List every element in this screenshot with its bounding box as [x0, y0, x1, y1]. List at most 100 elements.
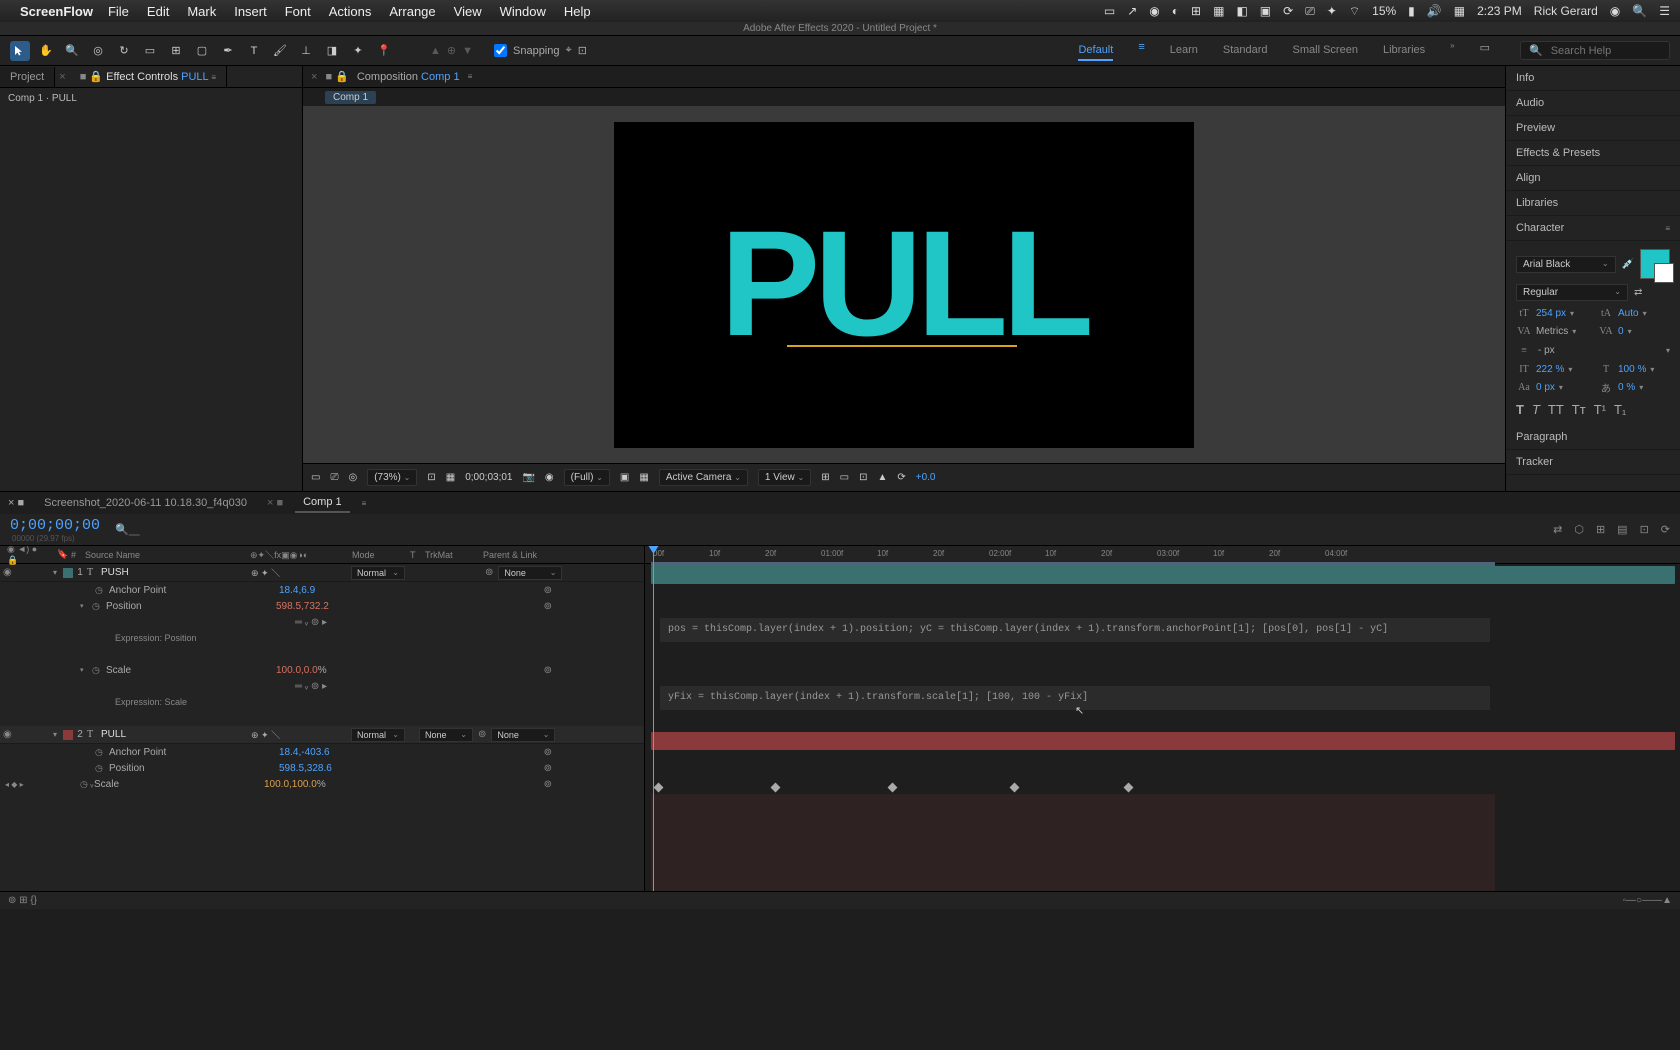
timeline-tracks[interactable]: 00f 10f 20f 01:00f 10f 20f 02:00f 10f 20… — [645, 546, 1680, 891]
eraser-tool-icon[interactable]: ◨ — [322, 41, 342, 61]
visibility-icon[interactable]: ◉ — [3, 729, 15, 740]
workspace-more-icon[interactable]: » — [1450, 41, 1454, 61]
workspace-learn[interactable]: Learn — [1170, 41, 1198, 61]
vf-icon[interactable]: ⊞ — [821, 472, 829, 483]
keyframe-icon[interactable] — [888, 783, 898, 793]
search-input[interactable] — [1551, 45, 1680, 57]
hscale-input[interactable]: 100 % — [1618, 364, 1646, 375]
menu-help[interactable]: Help — [564, 4, 591, 19]
stopwatch-icon[interactable]: ◷ — [92, 665, 106, 676]
panel-align[interactable]: Align — [1506, 166, 1680, 191]
smallcaps-icon[interactable]: Tт — [1572, 402, 1586, 417]
italic-icon[interactable]: T — [1532, 402, 1540, 417]
stopwatch-icon[interactable]: ◷ ᵥ — [80, 779, 94, 790]
tool-icon[interactable]: ▼ — [462, 45, 473, 57]
vf-icon[interactable]: ◎ — [348, 472, 357, 483]
kerning-dropdown[interactable]: Metrics — [1536, 326, 1568, 337]
tray-icon[interactable]: ◧ — [1236, 4, 1247, 18]
bold-icon[interactable]: T — [1516, 402, 1524, 417]
battery-icon[interactable]: ▮ — [1408, 4, 1415, 18]
stroke-input[interactable]: - px — [1538, 345, 1555, 356]
current-timecode[interactable]: 0;00;00;00 — [10, 517, 100, 534]
tl-icon[interactable]: ⊡ — [1640, 523, 1649, 536]
menu-actions[interactable]: Actions — [329, 4, 372, 19]
panel-effects-presets[interactable]: Effects & Presets — [1506, 141, 1680, 166]
pen-tool-icon[interactable]: ✒ — [218, 41, 238, 61]
blend-mode-dropdown[interactable]: Normal⌄ — [351, 566, 405, 580]
keyframe-icon[interactable] — [771, 783, 781, 793]
tray-icon[interactable]: ▭ — [1104, 4, 1115, 18]
stopwatch-icon[interactable]: ◷ — [95, 763, 109, 774]
vf-icon[interactable]: ▲ — [877, 472, 887, 483]
orbit-tool-icon[interactable]: ◎ — [88, 41, 108, 61]
tab-effect-controls[interactable]: ■ 🔒 Effect Controls PULL ≡ — [70, 66, 227, 87]
tl-icon[interactable]: ⟳ — [1661, 523, 1670, 536]
anchor-value[interactable]: 18.4,6.9 — [279, 585, 315, 596]
allcaps-icon[interactable]: TT — [1548, 402, 1564, 417]
tab-menu-icon[interactable]: ≡ — [362, 499, 367, 508]
resolution-dropdown[interactable]: (Full) ⌄ — [564, 469, 610, 486]
zoom-dropdown[interactable]: (73%) ⌄ — [367, 469, 417, 486]
panel-preview[interactable]: Preview — [1506, 116, 1680, 141]
link-icon[interactable]: ⊚ — [544, 747, 552, 758]
snap-icon[interactable]: ⊡ — [578, 44, 587, 57]
tray-icon[interactable]: ◉ — [1149, 4, 1159, 18]
roto-tool-icon[interactable]: ✦ — [348, 41, 368, 61]
workspace-standard[interactable]: Standard — [1223, 41, 1268, 61]
panel-paragraph[interactable]: Paragraph — [1506, 425, 1680, 450]
swap-color-icon[interactable]: ⇄ — [1634, 287, 1670, 298]
scale-value[interactable]: 100.0,100.0 — [264, 779, 317, 790]
exposure-value[interactable]: +0.0 — [916, 472, 936, 483]
expression-editor-1[interactable]: pos = thisComp.layer(index + 1).position… — [660, 618, 1490, 642]
zoom-slider[interactable]: ◦—○——▲ — [1623, 895, 1672, 906]
snapshot-icon[interactable]: 📷 — [522, 472, 534, 483]
layer-bar-2[interactable] — [651, 732, 1675, 750]
panel-info[interactable]: Info — [1506, 66, 1680, 91]
link-icon[interactable]: ⊚ — [544, 779, 552, 790]
tl-icon[interactable]: ⬡ — [1574, 523, 1584, 536]
layer-row-2[interactable]: ◉ ▾ 2 T PULL ⊕ ✦ ＼ Normal⌄ None⌄ ⊚ None⌄ — [0, 726, 644, 744]
menu-file[interactable]: File — [108, 4, 129, 19]
hand-tool-icon[interactable]: ✋ — [36, 41, 56, 61]
comp-menu-icon[interactable]: ≡ — [468, 72, 473, 81]
vf-icon[interactable]: ▭ — [311, 472, 320, 483]
selection-tool-icon[interactable] — [10, 41, 30, 61]
control-center-icon[interactable]: ☰ — [1659, 4, 1670, 18]
camera-tool-icon[interactable]: ▭ — [140, 41, 160, 61]
superscript-icon[interactable]: T¹ — [1594, 402, 1606, 417]
parent-pickwhip-icon[interactable]: ⊚ — [478, 729, 486, 740]
layer-bar-1[interactable] — [651, 566, 1675, 584]
tl-icon[interactable]: ⊞ — [1596, 523, 1605, 536]
workspace-default[interactable]: Default — [1078, 41, 1113, 61]
link-icon[interactable]: ⊚ — [544, 585, 552, 596]
vf-icon[interactable]: ⎚ — [330, 472, 338, 483]
panel-libraries[interactable]: Libraries — [1506, 191, 1680, 216]
tool-icon[interactable]: ⊕ — [447, 44, 456, 57]
keyframe-icon[interactable] — [1010, 783, 1020, 793]
menu-view[interactable]: View — [454, 4, 482, 19]
menu-mark[interactable]: Mark — [187, 4, 216, 19]
keyframe-icon[interactable] — [1124, 783, 1134, 793]
vf-icon[interactable]: ◉ — [545, 472, 554, 483]
tl-icon[interactable]: ⇄ — [1553, 523, 1562, 536]
tray-icon[interactable]: ✦ — [1327, 4, 1337, 18]
layer-color-tag[interactable] — [63, 730, 73, 740]
rotate-tool-icon[interactable]: ↻ — [114, 41, 134, 61]
scale-value[interactable]: 100.0,0.0 — [276, 665, 318, 676]
menu-edit[interactable]: Edit — [147, 4, 169, 19]
user-name[interactable]: Rick Gerard — [1534, 4, 1598, 18]
composition-viewer[interactable]: PULL — [303, 106, 1505, 463]
leading-input[interactable]: Auto — [1618, 308, 1639, 319]
viewer-time[interactable]: 0;00;03;01 — [465, 472, 512, 483]
pan-behind-tool-icon[interactable]: ⊞ — [166, 41, 186, 61]
clone-tool-icon[interactable]: ⊥ — [296, 41, 316, 61]
tab-project[interactable]: Project — [0, 67, 55, 87]
tracking-input[interactable]: 0 — [1618, 326, 1624, 337]
anchor-value[interactable]: 18.4,-403.6 — [279, 747, 330, 758]
volume-icon[interactable]: 🔊 — [1427, 4, 1442, 18]
tray-icon[interactable]: ↗ — [1127, 4, 1137, 18]
zoom-tool-icon[interactable]: 🔍 — [62, 41, 82, 61]
tray-icon[interactable]: ▦ — [1213, 4, 1224, 18]
vf-icon[interactable]: ▭ — [840, 472, 849, 483]
spotlight-icon[interactable]: 🔍 — [1632, 4, 1647, 18]
